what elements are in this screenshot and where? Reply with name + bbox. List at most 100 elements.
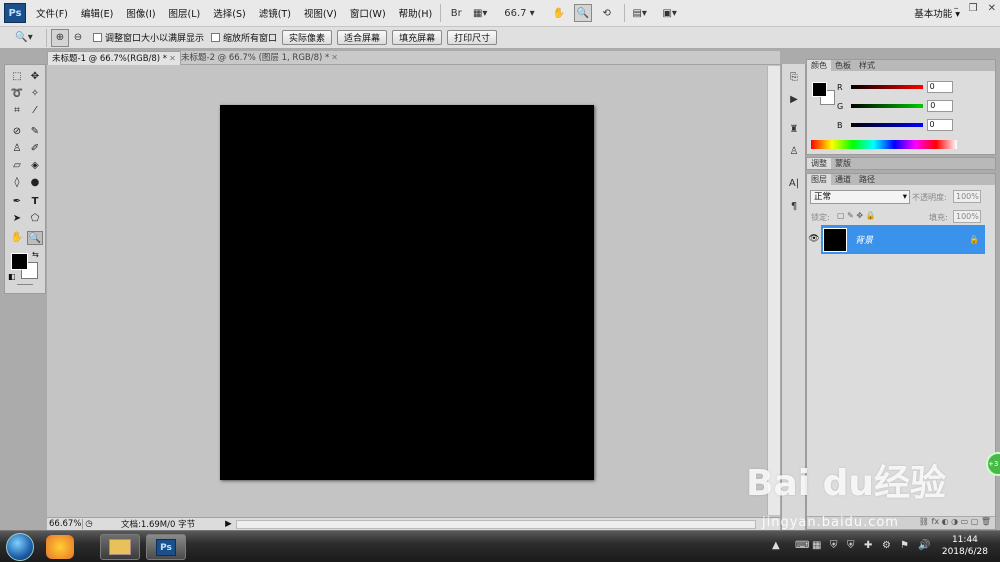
minimize-icon[interactable]: – <box>954 3 959 14</box>
b-slider[interactable] <box>850 123 923 127</box>
tab-layers[interactable]: 图层 <box>807 174 831 185</box>
r-value[interactable]: 0 <box>926 81 953 93</box>
swap-colors-icon[interactable]: ⇆ <box>32 250 39 259</box>
dodge-tool-icon[interactable]: ● <box>27 176 43 190</box>
color-spectrum[interactable] <box>811 140 957 149</box>
fg-color-swatch[interactable] <box>812 82 827 97</box>
blend-mode-select[interactable]: 正常 ▾ <box>810 190 910 204</box>
type-tool-icon[interactable]: T <box>27 195 43 209</box>
tray-arrow-icon[interactable]: ▲ <box>772 540 780 551</box>
print-size-button[interactable]: 打印尺寸 <box>447 30 498 45</box>
vertical-scrollbar[interactable] <box>767 66 780 515</box>
zoom-preset-icon[interactable]: 🔍▾ <box>10 29 38 47</box>
zoom-all-checkbox[interactable]: 缩放所有窗口 <box>211 31 277 44</box>
network-icon[interactable]: ▦ <box>812 540 821 551</box>
restore-icon[interactable]: ❐ <box>969 3 978 14</box>
fit-screen-button[interactable]: 适合屏幕 <box>337 30 388 45</box>
hand-tool-icon[interactable]: ✋ <box>9 231 25 245</box>
shape-tool-icon[interactable]: ⬠ <box>27 212 43 226</box>
hand-tool-icon[interactable]: ✋ <box>550 4 568 22</box>
tab-document-1[interactable]: 未标题-1 @ 66.7%(RGB/8) * ✕ <box>47 51 181 65</box>
close-icon[interactable]: ✕ <box>988 3 996 14</box>
lock-icons[interactable]: ▢ ✎ ✥ 🔒 <box>837 211 876 220</box>
taskbar-photoshop-button[interactable]: Ps <box>146 534 186 560</box>
canvas[interactable] <box>220 105 594 480</box>
chat-icon[interactable]: ✚ <box>864 540 872 551</box>
menu-layer[interactable]: 图层(L) <box>169 6 201 20</box>
screen-mode-icon[interactable]: ▣▾ <box>661 4 679 22</box>
marquee-tool-icon[interactable]: ⬚ <box>9 70 25 84</box>
character-icon[interactable]: A| <box>787 178 801 192</box>
pen-tool-icon[interactable]: ✒ <box>9 195 25 209</box>
paragraph-icon[interactable]: ¶ <box>787 201 801 215</box>
clone-stamp-icon[interactable]: ♙ <box>9 142 25 156</box>
zoom-percentage[interactable]: 66.67% <box>47 519 83 529</box>
tab-styles[interactable]: 样式 <box>855 60 879 71</box>
blur-tool-icon[interactable]: ◊ <box>9 176 25 190</box>
fill-input[interactable]: 100% <box>953 210 981 223</box>
status-arrow-icon[interactable]: ▶ <box>225 519 232 529</box>
actions-icon[interactable]: ▶ <box>787 94 801 108</box>
bridge-icon[interactable]: Br <box>447 4 465 22</box>
keyboard-icon[interactable]: ⌨ <box>795 540 809 551</box>
checkbox-box[interactable] <box>211 33 221 42</box>
g-value[interactable]: 0 <box>927 100 954 112</box>
tab-document-2[interactable]: 未标题-2 @ 66.7% (图层 1, RGB/8) * ✕ <box>177 51 342 65</box>
eraser-tool-icon[interactable]: ▱ <box>9 159 25 173</box>
opacity-input[interactable]: 100% <box>953 190 981 203</box>
tab-paths[interactable]: 路径 <box>855 174 879 185</box>
start-button-icon[interactable] <box>6 533 34 561</box>
paint-bucket-icon[interactable]: ◈ <box>27 159 43 173</box>
menu-help[interactable]: 帮助(H) <box>399 6 433 20</box>
checkbox-box[interactable] <box>93 33 102 42</box>
menu-edit[interactable]: 编辑(E) <box>81 6 113 20</box>
tab-channels[interactable]: 通道 <box>831 174 855 185</box>
taskbar-explorer-button[interactable] <box>100 534 140 560</box>
shield-icon[interactable]: ⛨ <box>830 540 838 551</box>
tab-swatches[interactable]: 色板 <box>831 60 855 71</box>
menu-window[interactable]: 窗口(W) <box>350 6 386 20</box>
actual-pixels-button[interactable]: 实际像素 <box>282 30 333 45</box>
path-selection-icon[interactable]: ➤ <box>9 212 25 226</box>
layer-row-background[interactable]: 👁 背景 🔒 <box>807 225 985 254</box>
zoom-level[interactable]: 66.7 ▾ <box>503 4 535 22</box>
zoom-out-icon[interactable]: ⊖ <box>69 29 87 47</box>
close-icon[interactable]: ✕ <box>169 54 176 63</box>
usb-icon[interactable]: ⚙ <box>882 540 891 551</box>
zoom-tool-icon[interactable]: 🔍 <box>573 4 592 22</box>
volume-icon[interactable]: 🔊 <box>918 540 930 551</box>
layer-name[interactable]: 背景 <box>855 233 873 246</box>
lasso-tool-icon[interactable]: ➰ <box>9 87 25 101</box>
move-tool-icon[interactable]: ✥ <box>27 70 43 84</box>
clone-source-icon[interactable]: ♙ <box>787 146 801 160</box>
default-colors-icon[interactable]: ◧ <box>8 272 16 281</box>
tab-adjustments[interactable]: 调整 <box>807 158 831 169</box>
menu-view[interactable]: 视图(V) <box>304 6 337 20</box>
tab-color[interactable]: 颜色 <box>807 60 831 71</box>
history-icon[interactable]: ⎘ <box>787 72 801 86</box>
rotate-view-icon[interactable]: ⟲ <box>598 4 616 22</box>
healing-brush-icon[interactable]: ⊘ <box>9 125 25 139</box>
eyedropper-icon[interactable]: ⁄ <box>27 104 43 118</box>
r-slider[interactable] <box>850 85 923 89</box>
zoom-tool-icon[interactable]: 🔍 <box>27 231 43 245</box>
horizontal-scrollbar[interactable] <box>235 519 756 529</box>
g-slider[interactable] <box>851 104 924 108</box>
menu-file[interactable]: 文件(F) <box>36 6 68 20</box>
security-icon[interactable]: ⛨ <box>847 540 855 551</box>
app-launcher-icon[interactable] <box>46 535 74 559</box>
close-icon[interactable]: ✕ <box>331 53 338 62</box>
menu-image[interactable]: 图像(I) <box>126 6 155 20</box>
crop-tool-icon[interactable]: ⌗ <box>9 104 25 118</box>
quick-mask-icon[interactable] <box>17 284 33 287</box>
history-brush-icon[interactable]: ✐ <box>27 142 43 156</box>
resize-windows-checkbox[interactable]: 调整窗口大小以满屏显示 <box>93 31 204 44</box>
tool-presets-icon[interactable]: ♜ <box>787 124 801 138</box>
brush-tool-icon[interactable]: ✎ <box>27 125 43 139</box>
menu-filter[interactable]: 滤镜(T) <box>259 6 291 20</box>
eye-icon[interactable]: 👁 <box>807 225 821 254</box>
zoom-in-icon[interactable]: ⊕ <box>51 28 69 47</box>
magic-wand-icon[interactable]: ✧ <box>27 87 43 101</box>
menu-select[interactable]: 选择(S) <box>213 6 245 20</box>
foreground-color-swatch[interactable] <box>11 253 28 270</box>
